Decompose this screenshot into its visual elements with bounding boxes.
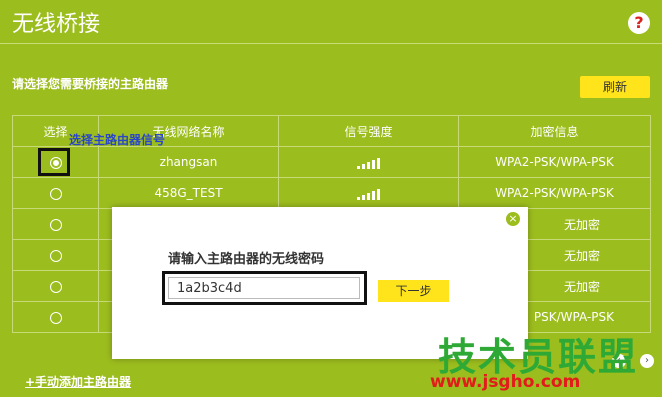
close-icon[interactable]: × xyxy=(506,212,520,226)
next-button[interactable]: 下一步 xyxy=(378,280,449,302)
radio-button[interactable] xyxy=(49,218,62,231)
table-row[interactable]: 458G_TEST WPA2-PSK/WPA-PSK xyxy=(12,177,651,209)
ssid-cell: zhangsan xyxy=(98,146,279,178)
signal-strength-icon xyxy=(357,188,380,200)
password-highlight-box xyxy=(162,271,367,305)
select-cell[interactable] xyxy=(12,239,99,271)
password-label: 请输入主路由器的无线密码 xyxy=(168,252,325,267)
password-input[interactable] xyxy=(168,277,360,299)
ssid-cell: 458G_TEST xyxy=(98,177,279,209)
refresh-button[interactable]: 刷新 xyxy=(580,76,650,98)
signal-cell xyxy=(278,146,459,178)
select-cell[interactable] xyxy=(12,301,99,333)
annotation-label: 选择主路由器信号 xyxy=(69,133,166,147)
signal-strength-icon xyxy=(357,157,380,169)
radio-button[interactable] xyxy=(49,249,62,262)
select-cell[interactable] xyxy=(12,177,99,209)
radio-button[interactable] xyxy=(49,187,62,200)
radio-button[interactable] xyxy=(49,280,62,293)
select-cell[interactable] xyxy=(12,270,99,302)
page-title: 无线桥接 xyxy=(12,12,101,37)
radio-highlight-box xyxy=(38,148,70,176)
add-router-link[interactable]: +手动添加主路由器 xyxy=(25,373,131,390)
header-divider xyxy=(0,43,662,44)
column-header-security: 加密信息 xyxy=(458,115,651,147)
select-cell[interactable] xyxy=(12,208,99,240)
help-icon[interactable]: ? xyxy=(628,12,650,34)
security-cell: WPA2-PSK/WPA-PSK xyxy=(458,146,651,178)
table-row[interactable]: zhangsan WPA2-PSK/WPA-PSK xyxy=(12,146,651,178)
watermark-url: www.jsgho.com xyxy=(430,372,581,392)
radio-button[interactable] xyxy=(49,311,62,324)
watermark-logo: 技术员联盟 www.jsgho.com xyxy=(430,326,662,397)
column-header-signal: 信号强度 xyxy=(278,115,459,147)
security-cell: WPA2-PSK/WPA-PSK xyxy=(458,177,651,209)
signal-cell xyxy=(278,177,459,209)
instruction-text: 请选择您需要桥接的主路由器 xyxy=(12,77,169,91)
